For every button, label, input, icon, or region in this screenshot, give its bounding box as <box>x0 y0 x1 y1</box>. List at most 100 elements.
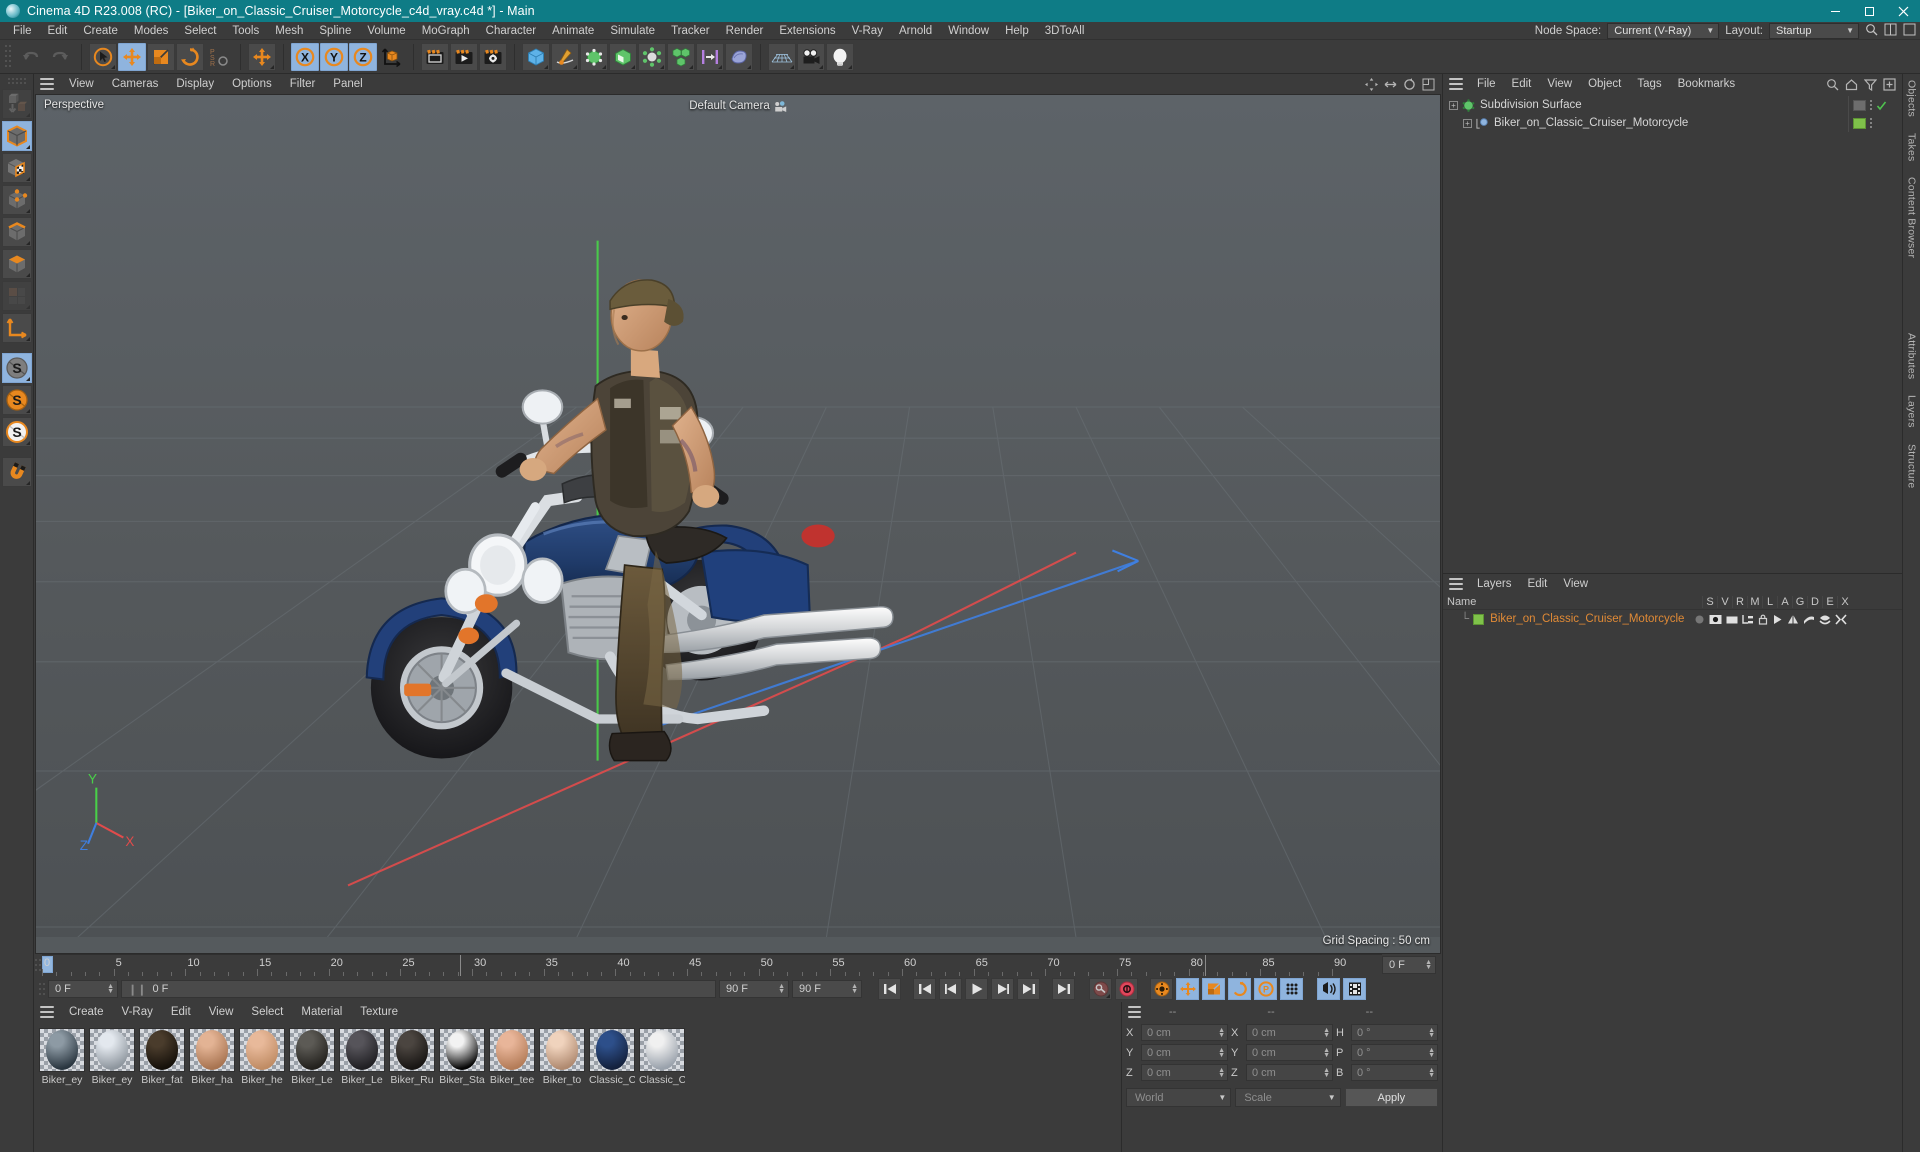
left-toolbar-grip[interactable] <box>7 76 27 86</box>
menu-help[interactable]: Help <box>997 22 1037 40</box>
go-to-next-frame-button[interactable] <box>991 978 1014 1000</box>
menu-select[interactable]: Select <box>176 22 224 40</box>
preview-max-field[interactable]: 90 F ▲ ▼ <box>792 980 862 998</box>
search-icon[interactable] <box>1865 23 1878 39</box>
object-manager-hamburger-icon[interactable] <box>1447 77 1465 91</box>
layer-row[interactable]: └ Biker_on_Classic_Cruiser_Motorcycle <box>1443 610 1902 628</box>
rotation-key-button[interactable] <box>1228 978 1251 1000</box>
menu-edit[interactable]: Edit <box>40 22 76 40</box>
spinner-icon[interactable]: ▲ ▼ <box>1428 1047 1435 1059</box>
vtab-objects[interactable]: Objects <box>1906 80 1918 117</box>
material-list[interactable]: Biker_ey Biker_ey Biker_fat Biker_ha Biker_h… <box>34 1022 1121 1152</box>
add-icon[interactable] <box>1882 77 1896 91</box>
spinner-icon[interactable]: ▲ ▼ <box>1218 1047 1225 1059</box>
coordinate-system-select[interactable]: World ▼ <box>1126 1088 1232 1107</box>
model-mode-button[interactable] <box>1 121 32 151</box>
spinner-icon[interactable]: ▲ ▼ <box>1428 1067 1435 1079</box>
coordinate-position-field[interactable]: 0 cm ▲ ▼ <box>1141 1044 1228 1061</box>
material-item[interactable]: Biker_fat <box>138 1028 186 1146</box>
material-preview[interactable] <box>439 1028 485 1072</box>
menu-simulate[interactable]: Simulate <box>602 22 663 40</box>
world-coordinate-button[interactable] <box>378 43 406 71</box>
go-to-previous-frame-button[interactable] <box>939 978 962 1000</box>
panel-close-icon[interactable] <box>1903 23 1916 39</box>
layer-color-swatch[interactable] <box>1473 613 1485 625</box>
viewport-menu-options[interactable]: Options <box>223 74 281 94</box>
tag-dots-icon[interactable] <box>1870 118 1872 128</box>
animation-icon[interactable] <box>1772 614 1783 625</box>
uv-mode-button[interactable] <box>1 281 32 311</box>
vtab-content-browser[interactable]: Content Browser <box>1906 177 1918 258</box>
material-item[interactable]: Biker_he <box>238 1028 286 1146</box>
material-preview[interactable] <box>139 1028 185 1072</box>
material-preview[interactable] <box>289 1028 335 1072</box>
material-menu-select[interactable]: Select <box>242 1002 292 1022</box>
menu-render[interactable]: Render <box>718 22 772 40</box>
spinner-icon[interactable]: ▲ ▼ <box>1323 1047 1330 1059</box>
material-preview[interactable] <box>389 1028 435 1072</box>
psr-tool-button[interactable]: PSR <box>205 43 233 71</box>
autokeying-button[interactable] <box>1115 978 1138 1000</box>
material-preview[interactable] <box>589 1028 635 1072</box>
coordinates-hamburger-icon[interactable] <box>1126 1005 1143 1019</box>
layers-menu-view[interactable]: View <box>1555 574 1596 594</box>
points-mode-button[interactable] <box>1 185 32 215</box>
panel-layout-icon[interactable] <box>1884 23 1897 39</box>
world-object-axis-button[interactable] <box>248 42 276 71</box>
material-menu-view[interactable]: View <box>200 1002 243 1022</box>
frame-start-field[interactable]: 0 F ▲ ▼ <box>48 980 118 998</box>
vtab-takes[interactable]: Takes <box>1906 133 1918 161</box>
expand-toggle-icon[interactable]: + <box>1463 118 1472 128</box>
material-menu-material[interactable]: Material <box>292 1002 351 1022</box>
layout-select[interactable]: Startup ▼ <box>1769 22 1859 39</box>
om-menu-edit[interactable]: Edit <box>1504 74 1540 94</box>
render-settings-button[interactable] <box>479 42 507 71</box>
coordinate-position-field[interactable]: 0 cm ▲ ▼ <box>1141 1024 1228 1041</box>
timeline-ruler[interactable]: 0 5 10 15 20 25 30 35 40 45 50 55 60 65 70 75 80 85 90 0 F… <box>34 954 1442 976</box>
material-item[interactable]: Biker_ha <box>188 1028 236 1146</box>
menu-extensions[interactable]: Extensions <box>771 22 843 40</box>
material-item[interactable]: Biker_Ru <box>388 1028 436 1146</box>
om-menu-bookmarks[interactable]: Bookmarks <box>1670 74 1744 94</box>
rotate-icon[interactable] <box>1402 77 1417 92</box>
close-button[interactable] <box>1886 0 1920 22</box>
deformer-icon[interactable] <box>1803 614 1815 625</box>
vtab-layers[interactable]: Layers <box>1906 395 1918 428</box>
make-editable-button[interactable] <box>1 89 32 119</box>
object-tree[interactable]: + Subdivision Surface + Biker_on_Classic… <box>1443 94 1902 573</box>
om-menu-tags[interactable]: Tags <box>1629 74 1669 94</box>
go-to-next-key-button[interactable] <box>1017 978 1040 1000</box>
position-key-button[interactable] <box>1176 978 1199 1000</box>
object-tag-zone[interactable] <box>1848 96 1902 114</box>
preview-range-bar[interactable]: ❙❙ 0 F <box>121 980 716 998</box>
menu-arnold[interactable]: Arnold <box>891 22 940 40</box>
solo-icon[interactable] <box>1694 614 1705 625</box>
layers-menu-layers[interactable]: Layers <box>1469 574 1520 594</box>
rotate-tool-button[interactable] <box>176 42 204 71</box>
snap-settings-button[interactable]: S <box>1 385 32 415</box>
nurbs-generator-button[interactable] <box>580 42 608 71</box>
coordinate-size-field[interactable]: 0 cm ▲ ▼ <box>1246 1064 1333 1081</box>
spinner-icon[interactable]: ▲ ▼ <box>778 983 785 995</box>
menu-modes[interactable]: Modes <box>126 22 177 40</box>
vtab-attributes[interactable]: Attributes <box>1906 333 1918 379</box>
z-axis-lock-button[interactable]: Z <box>349 42 377 71</box>
spinner-icon[interactable]: ▲ ▼ <box>851 983 858 995</box>
xref-icon[interactable] <box>1835 613 1848 625</box>
render-to-picture-viewer-button[interactable] <box>450 42 478 71</box>
param-key-button[interactable]: P <box>1254 978 1277 1000</box>
material-item[interactable]: Biker_Sta <box>438 1028 486 1146</box>
om-menu-object[interactable]: Object <box>1580 74 1629 94</box>
object-tag-zone[interactable] <box>1848 114 1902 132</box>
layers-manager-hamburger-icon[interactable] <box>1447 577 1465 591</box>
manager-icon[interactable] <box>1742 614 1754 625</box>
filter-icon[interactable] <box>1863 77 1877 91</box>
material-menu-vray[interactable]: V-Ray <box>113 1002 162 1022</box>
material-preview[interactable] <box>489 1028 535 1072</box>
gray-tag-icon[interactable] <box>1853 99 1866 111</box>
record-active-objects-button[interactable] <box>1089 978 1112 1000</box>
camera-button[interactable] <box>797 42 825 71</box>
go-to-start-button[interactable] <box>878 978 901 1000</box>
go-to-previous-key-button[interactable] <box>913 978 936 1000</box>
coordinate-size-field[interactable]: 0 cm ▲ ▼ <box>1246 1024 1333 1041</box>
